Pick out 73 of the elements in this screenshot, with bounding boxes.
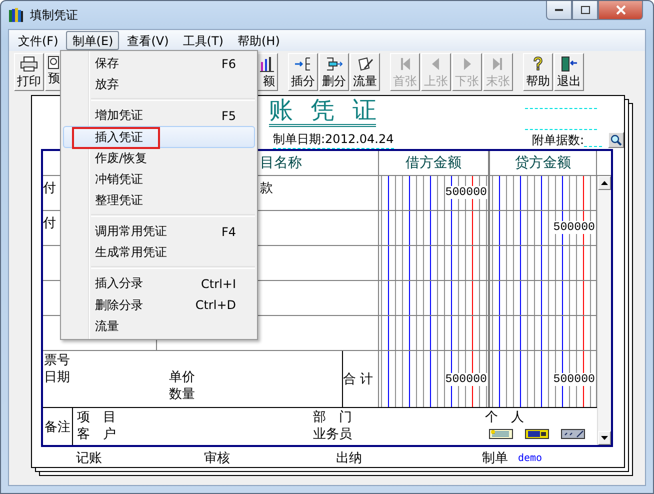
menu-option[interactable]: 增加凭证 F5	[63, 105, 255, 126]
printer-icon	[20, 56, 38, 72]
scrollbar[interactable]	[597, 176, 611, 445]
window-title: 填制凭证	[30, 6, 78, 24]
column-header: 借方金额	[379, 151, 490, 175]
total-debit-cell: 500000	[379, 351, 490, 407]
close-button[interactable]	[598, 1, 643, 20]
remarks-label: 备注	[44, 418, 70, 436]
summary-cell: 付	[43, 216, 56, 231]
voucher-date: 制单日期:2012.04.24	[273, 131, 394, 149]
column-header: 贷方金额	[490, 151, 597, 175]
toolbar-button[interactable]: 删分	[319, 53, 349, 91]
minimize-button[interactable]	[546, 1, 572, 20]
voucher-title: 账 凭 证	[269, 96, 376, 127]
toolbar-button[interactable]: 帮助	[523, 53, 553, 91]
toolbar-button[interactable]: 退出	[554, 53, 584, 91]
pencil-icon	[356, 56, 374, 72]
signature-name: demo	[518, 452, 542, 464]
attachments-label: 附单据数:	[532, 132, 584, 148]
signature-label: 记账	[76, 450, 102, 467]
debit-amount-cell: 500000	[379, 176, 490, 210]
card-icon[interactable]	[561, 429, 585, 439]
toolbar-button[interactable]: 流量	[350, 53, 380, 91]
date-label: 日期	[44, 369, 70, 386]
department-label: 部 门	[313, 409, 353, 426]
up-arrow-icon[interactable]	[601, 181, 608, 185]
menu-item[interactable]: 文件(F)	[12, 31, 64, 50]
menu-option[interactable]: 删除分录 Ctrl+D	[63, 294, 255, 316]
maximize-icon	[580, 6, 590, 14]
summary-cell: 付	[43, 181, 56, 196]
close-icon	[616, 5, 626, 15]
help-icon	[531, 56, 545, 72]
total-label: 合 计	[343, 371, 374, 388]
app-icon	[8, 7, 24, 23]
menu-option[interactable]: 流量	[63, 316, 255, 337]
down-arrow-icon[interactable]	[601, 436, 608, 440]
menu-item[interactable]: 查看(V)	[121, 31, 175, 50]
signature-label: 出纳	[336, 450, 362, 467]
menu-option[interactable]: 生成常用凭证	[63, 242, 255, 264]
delete-row-icon	[325, 56, 343, 72]
card-icon[interactable]	[525, 429, 549, 439]
menu-item[interactable]: 制单(E)	[66, 31, 120, 50]
credit-amount-cell: 500000	[490, 211, 597, 245]
insert-row-icon	[294, 56, 312, 72]
menu-option[interactable]: 插入凭证	[63, 126, 255, 148]
menu-item[interactable]: 工具(T)	[176, 31, 230, 50]
exit-door-icon	[560, 56, 578, 72]
menu-option[interactable]: 插入分录 Ctrl+I	[63, 273, 255, 295]
project-label: 项 目	[77, 409, 117, 426]
signature-label: 审核	[204, 450, 230, 467]
toolbar-button[interactable]: 插分	[288, 53, 318, 91]
salesperson-label: 业务员	[313, 426, 353, 443]
document-icon	[48, 56, 59, 69]
voucher-number-field[interactable]	[525, 108, 597, 130]
first-page-icon	[398, 56, 412, 72]
toolbar-button[interactable]: 打印	[14, 53, 44, 91]
search-button[interactable]	[608, 132, 624, 148]
ticket-no-label: 票号	[44, 352, 71, 369]
menu-item[interactable]: 帮助(H)	[232, 31, 286, 50]
quantity-label: 数量	[169, 386, 196, 403]
card-icon[interactable]	[489, 429, 513, 439]
account-cell: 款	[260, 181, 273, 196]
unit-price-label: 单价	[169, 369, 195, 386]
signature-label: 制单	[482, 450, 508, 467]
minimize-icon	[555, 9, 563, 11]
individual-label: 个 人	[485, 409, 525, 426]
bar-chart-icon	[259, 56, 275, 72]
total-credit-cell: 500000	[490, 351, 597, 407]
maximize-button[interactable]	[572, 1, 598, 20]
menu-option[interactable]: 整理凭证	[63, 190, 255, 212]
customer-label: 客 户	[77, 426, 117, 443]
menu-option[interactable]: 调用常用凭证 F4	[63, 221, 255, 242]
last-page-icon	[491, 56, 505, 72]
